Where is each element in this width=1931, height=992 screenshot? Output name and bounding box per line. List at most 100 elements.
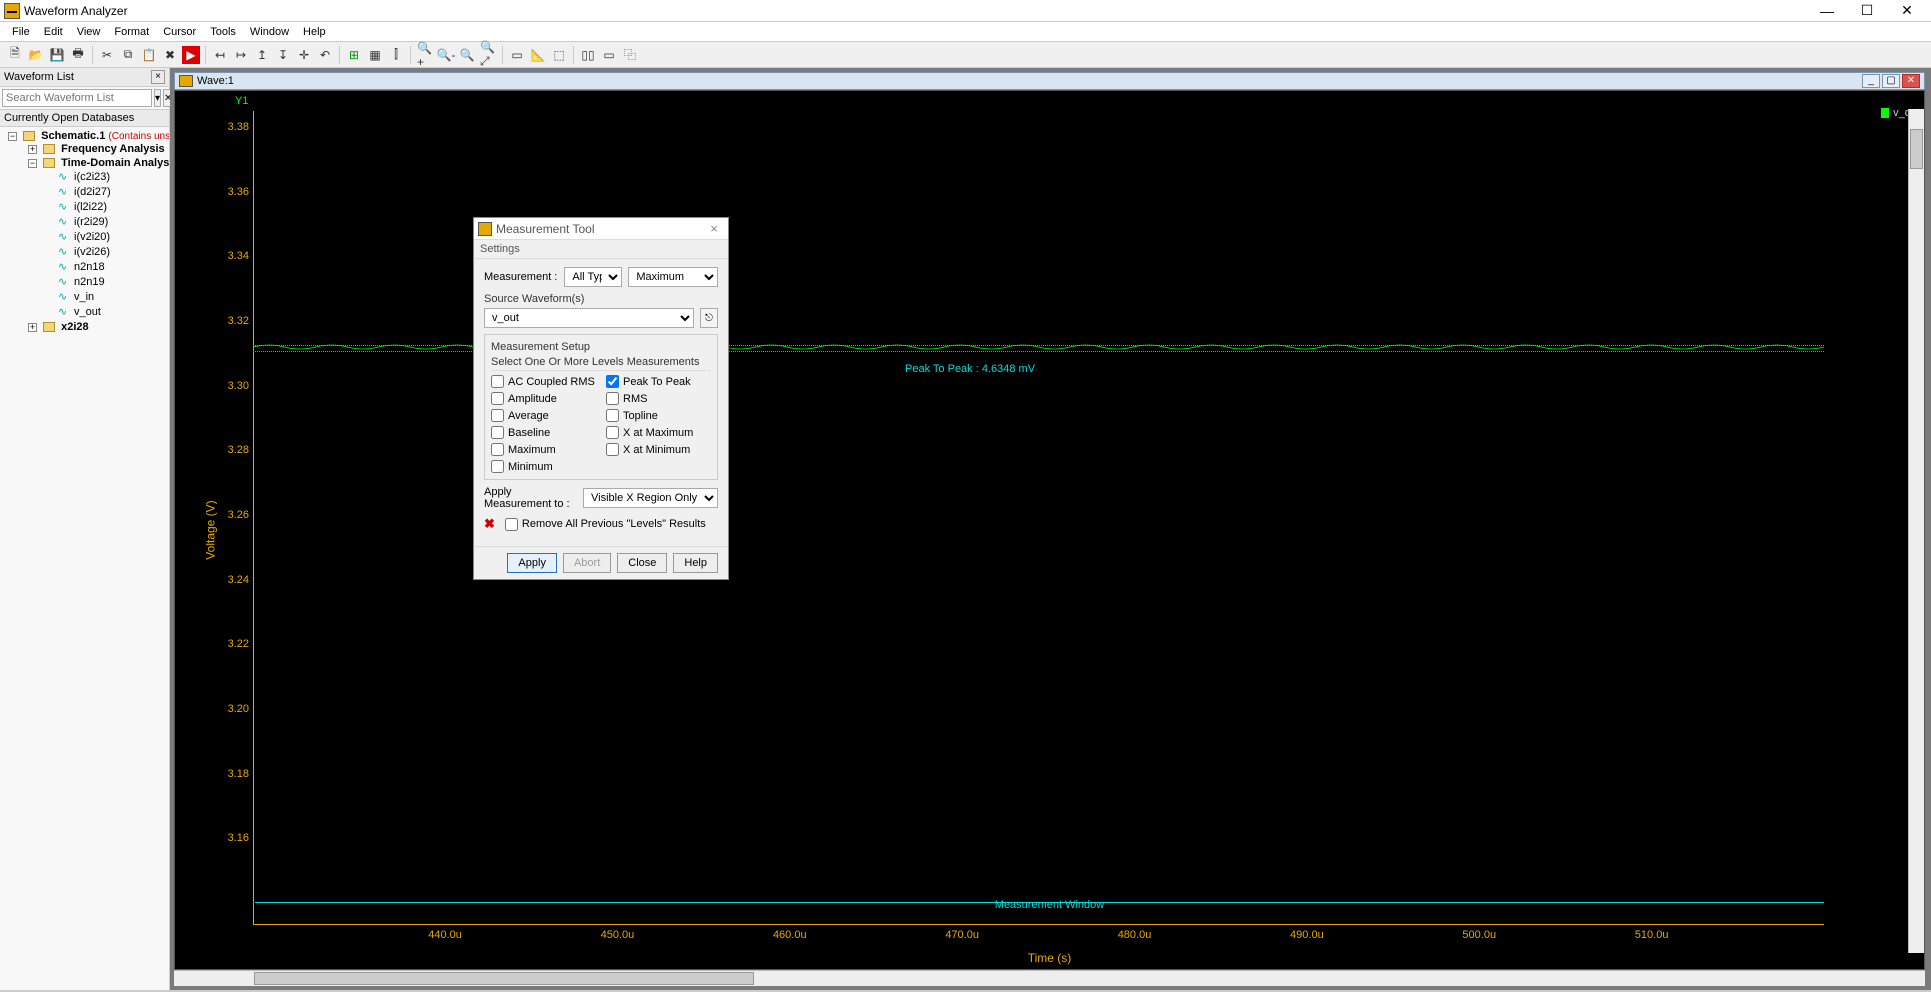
ruler-icon[interactable]: ⫿ xyxy=(387,46,405,64)
source-waveform-select[interactable]: v_out xyxy=(484,308,694,328)
window-maximize-button[interactable]: ☐ xyxy=(1853,2,1881,20)
check-maximum[interactable]: Maximum xyxy=(491,443,596,456)
window-close-button[interactable]: ✕ xyxy=(1893,2,1921,20)
calculator-icon[interactable]: ▭ xyxy=(508,46,526,64)
plot-horizontal-scrollbar[interactable] xyxy=(174,970,1925,986)
signal-item[interactable]: n2n18 xyxy=(74,261,105,273)
check-minimum[interactable]: Minimum xyxy=(491,460,596,473)
measure-icon[interactable]: 📐 xyxy=(529,46,547,64)
grid-icon[interactable]: ▦ xyxy=(366,46,384,64)
waveform-tree[interactable]: − Schematic.1 (Contains unsav + Frequenc… xyxy=(0,127,169,992)
menu-window[interactable]: Window xyxy=(244,24,295,40)
cascade-icon[interactable]: ⿻ xyxy=(621,46,639,64)
signal-item[interactable]: i(r2i29) xyxy=(74,216,108,228)
measurement-window-label: Measurement Window xyxy=(995,899,1104,911)
check-remove-previous[interactable]: Remove All Previous "Levels" Results xyxy=(505,518,706,531)
zoom-area-icon[interactable]: 🔍 xyxy=(458,46,476,64)
freq-analysis-node[interactable]: Frequency Analysis xyxy=(61,143,165,155)
tree-expander[interactable]: + xyxy=(28,323,37,332)
save-icon[interactable]: 💾 xyxy=(48,46,66,64)
y-tick-label: 3.30 xyxy=(228,380,249,392)
measurement-sub-select[interactable]: Maximum xyxy=(628,267,718,287)
paste-icon[interactable]: 📋 xyxy=(140,46,158,64)
open-icon[interactable]: 📂 xyxy=(27,46,45,64)
apply-button[interactable]: Apply xyxy=(507,553,557,573)
cursor-up-icon[interactable]: ↥ xyxy=(253,46,271,64)
run-icon[interactable]: ▶ xyxy=(182,46,200,64)
zoom-in-icon[interactable]: 🔍+ xyxy=(416,46,434,64)
sidebar-close-button[interactable]: × xyxy=(151,70,165,84)
menu-edit[interactable]: Edit xyxy=(38,24,69,40)
search-dropdown-button[interactable]: ▾ xyxy=(154,89,161,107)
signal-item[interactable]: v_out xyxy=(74,306,101,318)
check-amplitude[interactable]: Amplitude xyxy=(491,392,596,405)
signal-item[interactable]: n2n19 xyxy=(74,276,105,288)
window-icon[interactable]: ⬚ xyxy=(550,46,568,64)
check-topline[interactable]: Topline xyxy=(606,409,711,422)
check-peak-to-peak[interactable]: Peak To Peak xyxy=(606,375,711,388)
delete-icon[interactable]: ✖ xyxy=(161,46,179,64)
signal-item[interactable]: i(c2i23) xyxy=(74,171,110,183)
doc-minimize-button[interactable]: _ xyxy=(1862,74,1880,88)
cursor-left-icon[interactable]: ↤ xyxy=(211,46,229,64)
menu-cursor[interactable]: Cursor xyxy=(157,24,202,40)
abort-button[interactable]: Abort xyxy=(563,553,611,573)
check-rms[interactable]: RMS xyxy=(606,392,711,405)
close-button[interactable]: Close xyxy=(617,553,667,573)
tile-v-icon[interactable]: ▭ xyxy=(600,46,618,64)
cursor-right-icon[interactable]: ↦ xyxy=(232,46,250,64)
wave-icon: ∿ xyxy=(58,305,72,318)
menu-help[interactable]: Help xyxy=(297,24,332,40)
plot-canvas[interactable]: Y1 Voltage (V) Time (s) 3.38 3.36 3.34 3… xyxy=(174,90,1925,970)
signal-item[interactable]: v_in xyxy=(74,291,94,303)
zoom-fit-icon[interactable]: 🔍⤢ xyxy=(479,46,497,64)
check-x-at-minimum[interactable]: X at Minimum xyxy=(606,443,711,456)
x-tick-label: 480.0u xyxy=(1118,929,1152,941)
signal-item[interactable]: i(v2i26) xyxy=(74,246,110,258)
menu-view[interactable]: View xyxy=(71,24,107,40)
menu-format[interactable]: Format xyxy=(108,24,155,40)
time-analysis-node[interactable]: Time-Domain Analysis xyxy=(61,157,169,169)
fit-icon[interactable]: ⊞ xyxy=(345,46,363,64)
help-button[interactable]: Help xyxy=(673,553,718,573)
window-minimize-button[interactable]: — xyxy=(1813,2,1841,20)
check-average[interactable]: Average xyxy=(491,409,596,422)
check-ac-coupled-rms[interactable]: AC Coupled RMS xyxy=(491,375,596,388)
source-waveform-picker-button[interactable]: ⎋ xyxy=(700,308,718,328)
check-baseline[interactable]: Baseline xyxy=(491,426,596,439)
tile-h-icon[interactable]: ▯▯ xyxy=(579,46,597,64)
extra-node[interactable]: x2i28 xyxy=(61,321,89,333)
tree-expander[interactable]: + xyxy=(28,145,37,154)
measurement-tool-dialog[interactable]: Measurement Tool × Settings Measurement … xyxy=(473,217,729,580)
apply-to-select[interactable]: Visible X Region Only xyxy=(583,488,718,508)
cut-icon[interactable]: ✂ xyxy=(98,46,116,64)
measurement-type-select[interactable]: All Types xyxy=(564,267,622,287)
search-input[interactable] xyxy=(2,89,152,107)
dialog-menu-settings[interactable]: Settings xyxy=(474,240,728,259)
cursor-cross-icon[interactable]: ✛ xyxy=(295,46,313,64)
signal-item[interactable]: i(d2i27) xyxy=(74,186,111,198)
print-icon[interactable]: 🖶 xyxy=(69,46,87,64)
plot-vertical-scrollbar[interactable] xyxy=(1908,109,1924,953)
zoom-out-icon[interactable]: 🔍- xyxy=(437,46,455,64)
tree-expander[interactable]: − xyxy=(8,132,17,141)
cursor-down-icon[interactable]: ↧ xyxy=(274,46,292,64)
menu-file[interactable]: File xyxy=(6,24,36,40)
check-x-at-maximum[interactable]: X at Maximum xyxy=(606,426,711,439)
tree-expander[interactable]: − xyxy=(28,159,37,168)
signal-item[interactable]: i(v2i20) xyxy=(74,231,110,243)
menu-tools[interactable]: Tools xyxy=(204,24,242,40)
wave-icon: ∿ xyxy=(58,185,72,198)
undo-icon[interactable]: ↶ xyxy=(316,46,334,64)
tree-root-label[interactable]: Schematic.1 xyxy=(41,130,105,142)
measurement-label: Measurement : xyxy=(484,271,558,283)
doc-maximize-button[interactable]: ▢ xyxy=(1882,74,1900,88)
signal-item[interactable]: i(l2i22) xyxy=(74,201,107,213)
dialog-close-button[interactable]: × xyxy=(704,221,724,236)
wave-icon: ∿ xyxy=(58,275,72,288)
x-axis-label: Time (s) xyxy=(1028,951,1072,965)
doc-close-button[interactable]: ✕ xyxy=(1902,74,1920,88)
new-icon[interactable]: 🗎 xyxy=(6,46,24,64)
sidebar-title: Waveform List xyxy=(4,71,74,83)
copy-icon[interactable]: ⧉ xyxy=(119,46,137,64)
